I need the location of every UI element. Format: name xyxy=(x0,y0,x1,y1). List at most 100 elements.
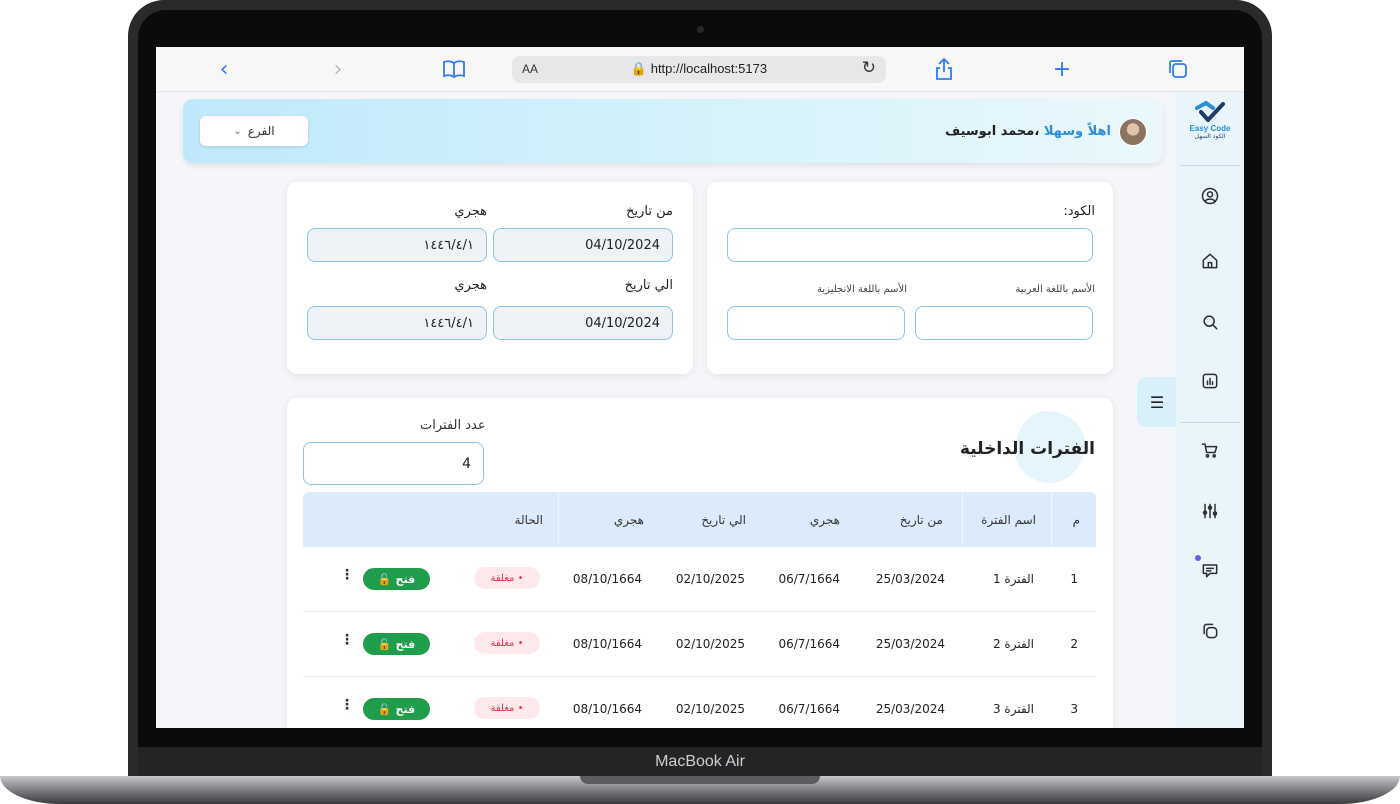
table-row: 2 الفترة 2 25/03/2024 06/7/1664 02/10/20… xyxy=(303,612,1096,677)
forward-icon[interactable]: › xyxy=(328,57,348,82)
laptop-notch xyxy=(580,776,820,784)
column-divider xyxy=(558,492,559,547)
chevron-down-icon: ⌄ xyxy=(233,125,242,137)
row-index: 2 xyxy=(1070,637,1078,651)
logo-tagline: الكود السهل xyxy=(1194,133,1226,140)
to-date-input[interactable]: 04/10/2024 xyxy=(493,306,673,340)
camera-icon xyxy=(697,26,704,33)
row-to-hijri: 08/10/1664 xyxy=(572,637,642,651)
row-from-hijri: 06/7/1664 xyxy=(778,702,840,716)
new-tab-icon[interactable]: + xyxy=(1050,57,1074,82)
avatar[interactable] xyxy=(1119,118,1147,146)
name-ar-label: الأسم باللغة العربية xyxy=(1015,284,1095,295)
col-to-date: الي تاريخ xyxy=(701,513,746,527)
row-name: الفترة 2 xyxy=(992,637,1034,651)
open-period-button[interactable]: فتح 🔓 xyxy=(363,568,430,590)
open-period-button[interactable]: فتح 🔓 xyxy=(363,633,430,655)
to-hijri-input[interactable]: ١٤٤٦/٤/١ xyxy=(307,306,487,340)
menu-toggle-icon[interactable]: ☰ xyxy=(1137,377,1177,427)
open-label: فتح xyxy=(395,637,416,651)
home-icon[interactable] xyxy=(1198,249,1222,273)
row-to-date: 02/10/2025 xyxy=(675,702,745,716)
column-divider xyxy=(962,492,963,547)
code-name-card: الكود: الأسم باللغة العربية الأسم باللغة… xyxy=(707,182,1113,374)
logo-name: Easy Code xyxy=(1189,124,1231,133)
periods-count-label: عدد الفترات xyxy=(420,418,486,433)
row-from-hijri: 06/7/1664 xyxy=(778,637,840,651)
unlock-icon: 🔓 xyxy=(377,572,392,586)
periods-count-input[interactable]: 4 xyxy=(303,442,484,485)
url-text: 🔒 http://localhost:5173 xyxy=(630,61,768,76)
periods-title: الفترات الداخلية xyxy=(959,439,1095,459)
reports-icon[interactable] xyxy=(1198,369,1222,393)
share-icon[interactable] xyxy=(932,57,956,81)
code-input[interactable] xyxy=(727,228,1093,262)
device-brand: MacBook Air xyxy=(655,753,745,770)
name-en-input[interactable] xyxy=(727,306,905,340)
sidebar: Easy Code الكود السهل xyxy=(1176,92,1244,728)
from-date-input[interactable]: 04/10/2024 xyxy=(493,228,673,262)
status-badge: • مغلقة xyxy=(474,632,540,654)
row-name: الفترة 1 xyxy=(992,572,1034,586)
row-to-date: 02/10/2025 xyxy=(675,572,745,586)
welcome-text: اهلاً وسهلا xyxy=(1043,124,1111,139)
more-options-icon[interactable]: ⋮ xyxy=(340,632,354,648)
col-status: الحالة xyxy=(514,513,543,527)
periods-card: الفترات الداخلية عدد الفترات 4 م اسم الف… xyxy=(287,398,1113,728)
bookmarks-icon[interactable] xyxy=(442,57,466,81)
dates-card: من تاريخ هجري 04/10/2024 ١٤٤٦/٤/١ الي تا… xyxy=(287,182,693,374)
url-value: http://localhost:5173 xyxy=(650,61,768,76)
row-name: الفترة 3 xyxy=(992,702,1034,716)
branch-select[interactable]: ⌄ الفرع xyxy=(200,116,308,146)
copy-icon[interactable] xyxy=(1198,619,1222,643)
row-from-date: 25/03/2024 xyxy=(875,637,945,651)
row-index: 1 xyxy=(1070,572,1078,586)
more-options-icon[interactable]: ⋮ xyxy=(340,567,354,583)
to-hijri-label: هجري xyxy=(454,278,487,293)
more-options-icon[interactable]: ⋮ xyxy=(340,697,354,713)
col-to-hijri: هجري xyxy=(613,513,644,527)
messages-icon[interactable] xyxy=(1198,558,1222,582)
unlock-icon: 🔓 xyxy=(377,637,392,651)
from-date-label: من تاريخ xyxy=(626,204,673,219)
sidebar-divider xyxy=(1180,165,1240,166)
from-hijri-label: هجري xyxy=(454,204,487,219)
url-bar[interactable]: AA 🔒 http://localhost:5173 ↻ xyxy=(512,56,886,83)
reload-icon[interactable]: ↻ xyxy=(862,58,876,78)
row-to-hijri: 08/10/1664 xyxy=(572,702,642,716)
code-label: الكود: xyxy=(1063,204,1095,219)
app-logo[interactable]: Easy Code الكود السهل xyxy=(1184,100,1236,152)
open-period-button[interactable]: فتح 🔓 xyxy=(363,698,430,720)
search-icon[interactable] xyxy=(1198,310,1222,334)
col-name: اسم الفترة xyxy=(981,513,1036,527)
from-hijri-input[interactable]: ١٤٤٦/٤/١ xyxy=(307,228,487,262)
user-name: ،محمد ابوسيف xyxy=(945,124,1040,139)
table-row: 1 الفترة 1 25/03/2024 06/7/1664 02/10/20… xyxy=(303,547,1096,612)
table-header: م اسم الفترة من تاريخ هجري الي تاريخ هجر… xyxy=(303,492,1096,547)
profile-icon[interactable] xyxy=(1198,184,1222,208)
row-from-hijri: 06/7/1664 xyxy=(778,572,840,586)
row-from-date: 25/03/2024 xyxy=(875,572,945,586)
screen: ‹ › AA 🔒 http://localhost:5173 ↻ + اهلاً… xyxy=(156,47,1244,728)
branch-label: الفرع xyxy=(247,124,275,138)
logo-icon xyxy=(1195,100,1225,122)
open-label: فتح xyxy=(395,702,416,716)
tabs-icon[interactable] xyxy=(1166,57,1190,81)
status-badge: • مغلقة xyxy=(474,697,540,719)
settings-sliders-icon[interactable] xyxy=(1198,499,1222,523)
table-row: 3 الفترة 3 25/03/2024 06/7/1664 02/10/20… xyxy=(303,677,1096,728)
name-en-label: الأسم باللغة الانجليزية xyxy=(817,284,907,295)
column-divider xyxy=(1051,492,1052,547)
row-from-date: 25/03/2024 xyxy=(875,702,945,716)
greeting: اهلاً وسهلا ،محمد ابوسيف xyxy=(945,124,1111,139)
row-to-date: 02/10/2025 xyxy=(675,637,745,651)
cart-icon[interactable] xyxy=(1198,438,1222,462)
col-from-hijri: هجري xyxy=(809,513,840,527)
open-label: فتح xyxy=(395,572,416,586)
top-header: اهلاً وسهلا ،محمد ابوسيف ⌄ الفرع xyxy=(183,99,1163,163)
row-index: 3 xyxy=(1070,702,1078,716)
col-index: م xyxy=(1072,513,1080,527)
name-ar-input[interactable] xyxy=(915,306,1093,340)
browser-toolbar: ‹ › AA 🔒 http://localhost:5173 ↻ + xyxy=(156,47,1244,92)
back-icon[interactable]: ‹ xyxy=(214,57,234,82)
